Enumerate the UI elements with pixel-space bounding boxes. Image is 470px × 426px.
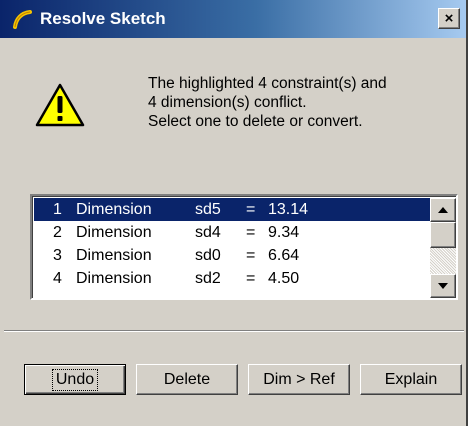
warning-triangle-icon — [35, 83, 85, 127]
item-type: Dimension — [76, 224, 152, 241]
vertical-scrollbar[interactable] — [430, 198, 456, 298]
explain-label: Explain — [384, 371, 438, 388]
list-item[interactable]: 4 Dimension sd2 = 4.50 — [34, 267, 430, 290]
item-equals: = — [246, 201, 256, 218]
scroll-thumb[interactable] — [430, 222, 456, 248]
item-name: sd2 — [195, 270, 221, 287]
conflict-message: The highlighted 4 constraint(s) and 4 di… — [148, 74, 448, 131]
item-number: 4 — [53, 270, 62, 287]
dim-to-ref-button[interactable]: Dim > Ref — [248, 364, 350, 395]
item-equals: = — [246, 224, 256, 241]
close-button[interactable]: × — [438, 8, 460, 29]
divider — [4, 330, 464, 332]
item-number: 3 — [53, 247, 62, 264]
message-line: Select one to delete or convert. — [148, 113, 363, 130]
delete-button[interactable]: Delete — [136, 364, 238, 395]
window-title: Resolve Sketch — [40, 9, 166, 28]
message-line: The highlighted 4 constraint(s) and — [148, 75, 387, 92]
message-line: 4 dimension(s) conflict. — [148, 94, 307, 111]
dim-to-ref-label: Dim > Ref — [263, 371, 335, 388]
item-name: sd0 — [195, 247, 221, 264]
item-value: 4.50 — [268, 270, 300, 287]
item-name: sd5 — [195, 201, 221, 218]
item-name: sd4 — [195, 224, 221, 241]
arrow-up-icon — [438, 207, 448, 213]
item-value: 9.34 — [268, 224, 300, 241]
item-value: 13.14 — [268, 201, 309, 218]
undo-label: Undo — [51, 369, 99, 391]
item-type: Dimension — [76, 201, 152, 218]
explain-button[interactable]: Explain — [360, 364, 462, 395]
item-equals: = — [246, 270, 256, 287]
undo-button[interactable]: Undo — [24, 364, 126, 395]
list-item[interactable]: 1 Dimension sd5 = 13.14 — [34, 198, 430, 221]
item-type: Dimension — [76, 270, 152, 287]
resolve-sketch-dialog: Resolve Sketch × The highlighted 4 const… — [0, 0, 468, 426]
scroll-down-button[interactable] — [430, 274, 456, 298]
conflict-list[interactable]: 1 Dimension sd5 = 13.14 2 Dimension sd4 … — [30, 194, 458, 300]
title-bar[interactable]: Resolve Sketch × — [0, 0, 466, 38]
arrow-down-icon — [438, 283, 448, 289]
list-item[interactable]: 2 Dimension sd4 = 9.34 — [34, 221, 430, 244]
scroll-up-button[interactable] — [430, 198, 456, 222]
item-equals: = — [246, 247, 256, 264]
list-item[interactable]: 3 Dimension sd0 = 6.64 — [34, 244, 430, 267]
item-value: 6.64 — [268, 247, 300, 264]
conflict-list-rows: 1 Dimension sd5 = 13.14 2 Dimension sd4 … — [34, 198, 430, 290]
delete-label: Delete — [163, 371, 211, 388]
item-number: 2 — [53, 224, 62, 241]
sketch-arc-icon — [13, 10, 32, 29]
close-icon: × — [444, 10, 454, 27]
item-number: 1 — [53, 201, 62, 218]
item-type: Dimension — [76, 247, 152, 264]
